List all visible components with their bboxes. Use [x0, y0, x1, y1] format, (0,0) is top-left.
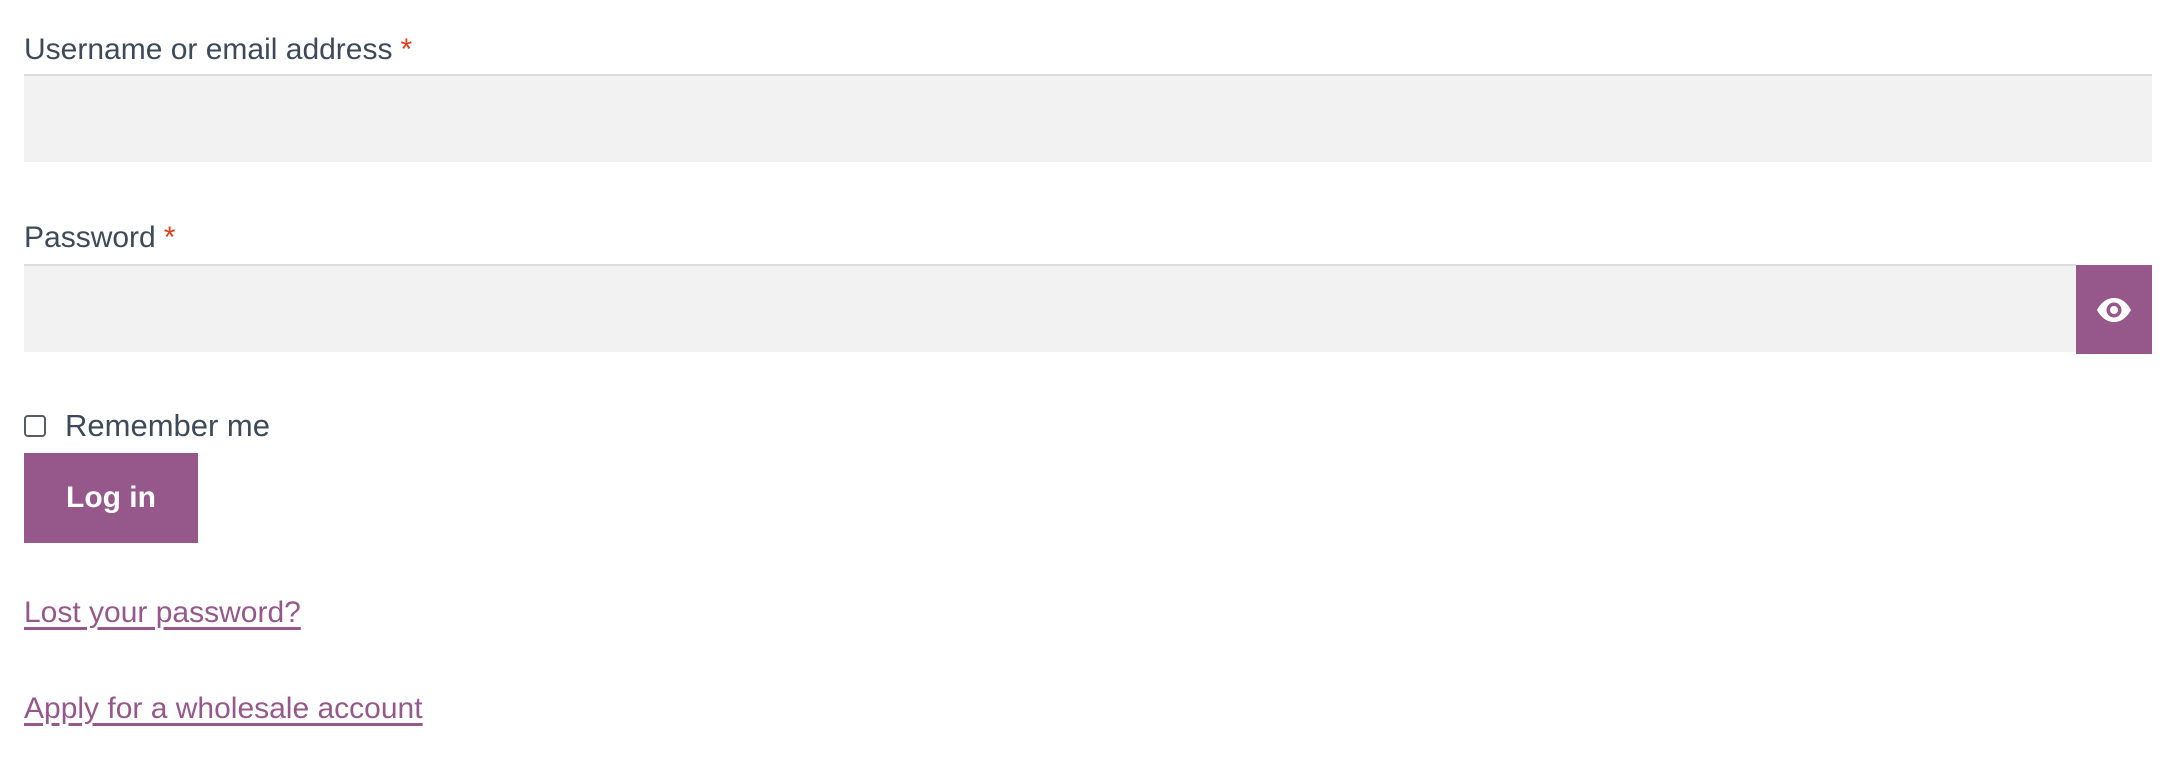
username-label-text: Username or email address: [24, 33, 393, 66]
remember-me-row[interactable]: Remember me: [24, 404, 270, 448]
username-input[interactable]: [24, 74, 2152, 162]
username-required-mark: *: [400, 33, 413, 66]
username-label: Username or email address *: [24, 30, 412, 70]
password-required-mark: *: [163, 221, 176, 254]
show-password-button[interactable]: [2076, 265, 2152, 354]
password-label-text: Password: [24, 221, 156, 254]
eye-icon: [2096, 297, 2132, 323]
login-button[interactable]: Log in: [24, 453, 198, 543]
remember-me-label: Remember me: [65, 408, 270, 443]
lost-password-link[interactable]: Lost your password?: [24, 593, 301, 633]
remember-me-checkbox[interactable]: [24, 415, 46, 437]
wholesale-account-link[interactable]: Apply for a wholesale account: [24, 689, 423, 729]
password-input[interactable]: [24, 264, 2076, 352]
password-label: Password *: [24, 218, 175, 258]
